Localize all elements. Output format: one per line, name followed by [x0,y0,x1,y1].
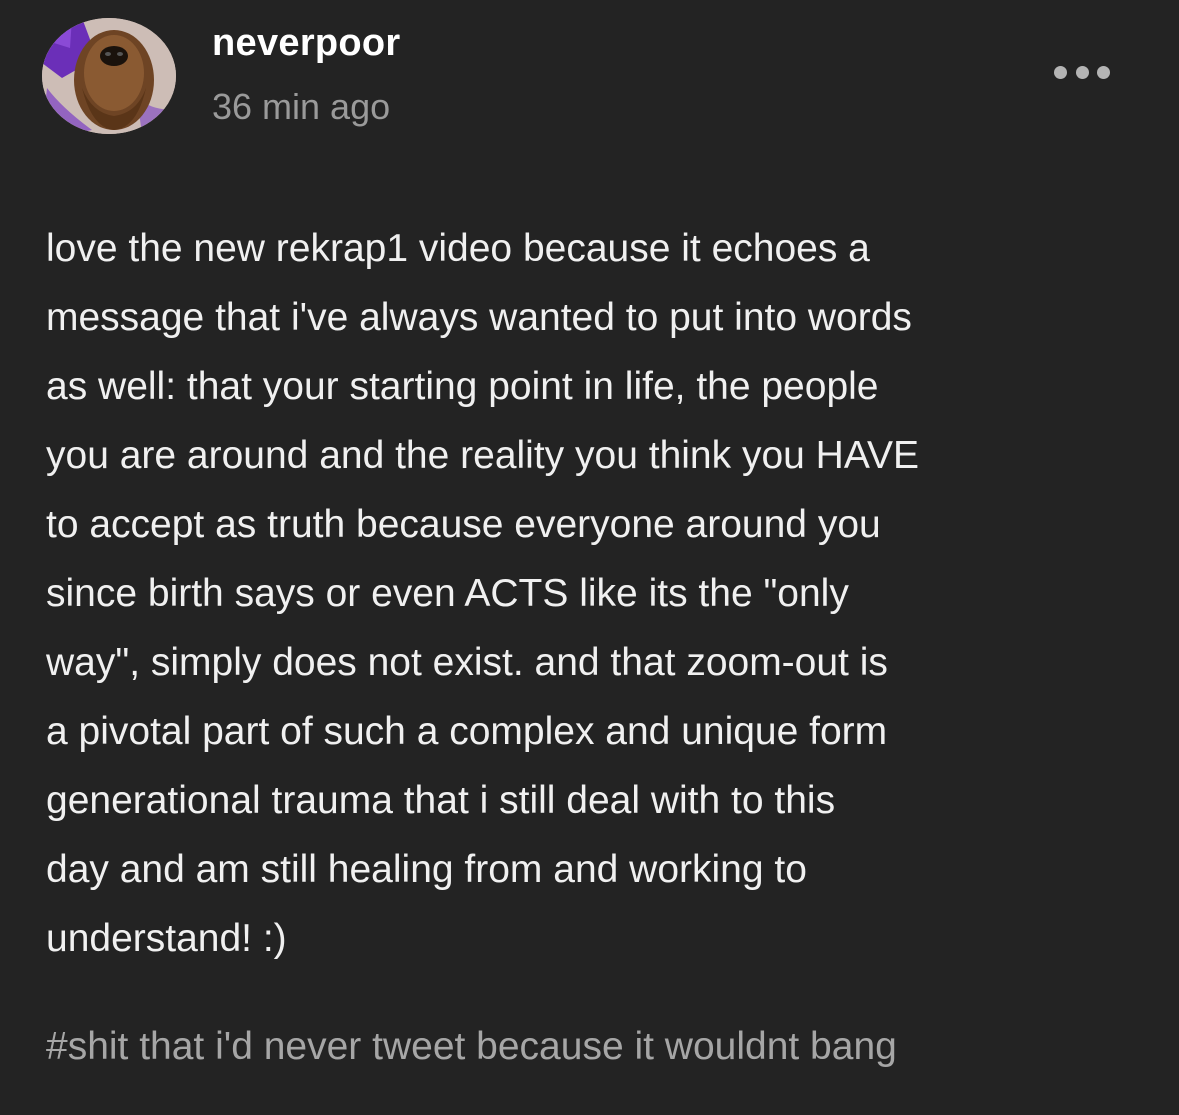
post-body-line: way", simply does not exist. and that zo… [46,641,888,684]
timestamp: 36 min ago [212,86,391,127]
post-body-line: day and am still healing from and workin… [46,848,807,891]
post-body-line: you are around and the reality you think… [46,434,919,477]
avatar[interactable] [42,18,176,134]
avatar-dog-image [42,18,176,134]
post-card: neverpoor 36 min ago love the new rekrap… [0,0,1179,1115]
post-body: love the new rekrap1 video because it ec… [46,214,1156,973]
post-body-line: to accept as truth because everyone arou… [46,503,881,546]
post-header: neverpoor 36 min ago [42,18,1137,138]
post-body-line: a pivotal part of such a complex and uni… [46,710,888,753]
more-options-button[interactable] [1054,62,1110,82]
post-body-line: understand! :) [46,917,287,960]
post-body-line: generational trauma that i still deal wi… [46,779,836,822]
post-tag[interactable]: #shit that i'd never tweet because it wo… [46,1012,897,1081]
post-body-line: love the new rekrap1 video because it ec… [46,227,870,270]
post-body-line: since birth says or even ACTS like its t… [46,572,849,615]
post-body-line: as well: that your starting point in lif… [46,365,879,408]
username[interactable]: neverpoor [212,22,401,65]
more-horizontal-icon-dot [1097,65,1110,79]
more-horizontal-icon-dot [1075,65,1089,79]
more-horizontal-icon [1054,65,1067,79]
post-body-line: message that i've always wanted to put i… [46,296,912,339]
